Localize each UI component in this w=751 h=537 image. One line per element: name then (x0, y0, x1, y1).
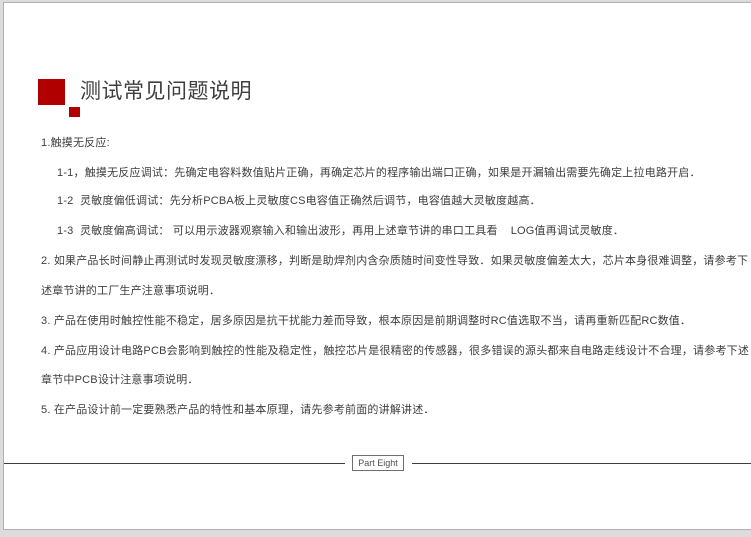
body-text-line: 3. 产品在使用时触控性能不稳定，居多原因是抗干扰能力差而导致，根本原因是前期调… (41, 314, 691, 328)
title-accent-square-small (69, 107, 80, 117)
body-text-line: 1-2 灵敏度偏低调试：先分析PCBA板上灵敏度CS电容值正确然后调节，电容值越… (57, 194, 541, 208)
footer-divider-left (4, 463, 345, 464)
body-text-line: 1-1，触摸无反应调试：先确定电容料数值贴片正确，再确定芯片的程序输出端口正确，… (57, 166, 701, 180)
body-text-line: 5. 在产品设计前一定要熟悉产品的特性和基本原理，请先参考前面的讲解讲述． (41, 403, 435, 417)
body-text-line: 章节中PCB设计注意事项说明． (41, 373, 199, 387)
body-text-line: 2. 如果产品长时间静止再测试时发现灵敏度漂移，判断是助焊剂内含杂质随时间变性导… (41, 254, 748, 268)
body-text-line: 4. 产品应用设计电路PCB会影响到触控的性能及稳定性，触控芯片是很精密的传感器… (41, 344, 749, 358)
footer-part-label: Part Eight (352, 455, 404, 471)
footer-divider-right (412, 463, 751, 464)
slide-page: 测试常见问题说明 1.触摸无反应: 1-1，触摸无反应调试：先确定电容料数值贴片… (3, 2, 751, 530)
page-title: 测试常见问题说明 (80, 78, 252, 106)
body-text-line: 述章节讲的工厂生产注意事项说明． (41, 284, 220, 298)
body-text-line: 1-3 灵敏度偏高调试： 可以用示波器观察输入和输出波形，再用上述章节讲的串口工… (57, 224, 624, 238)
body-text-line: 1.触摸无反应: (41, 136, 110, 150)
title-accent-square-large (38, 79, 65, 105)
